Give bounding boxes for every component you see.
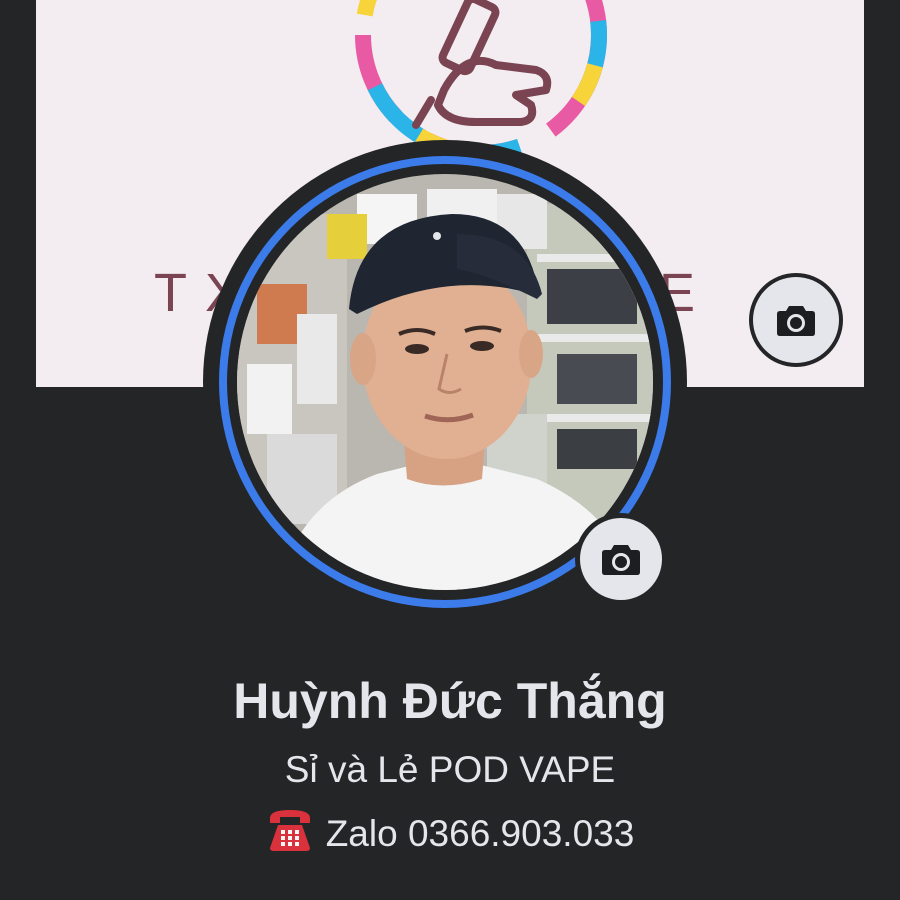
camera-icon <box>602 545 640 575</box>
profile-bio-contact: Zalo 0366.903.033 <box>0 808 900 858</box>
avatar <box>237 174 653 590</box>
camera-icon <box>777 306 815 336</box>
profile-name: Huỳnh Đức Thắng <box>233 673 667 729</box>
edit-profile-picture-button[interactable] <box>580 518 662 600</box>
telephone-icon <box>269 810 310 851</box>
profile-contact-text: Zalo 0366.903.033 <box>325 813 635 854</box>
edit-cover-photo-button[interactable] <box>753 277 839 363</box>
avatar-image <box>237 174 653 590</box>
profile-bio-line: Sỉ và Lẻ POD VAPE <box>284 749 616 790</box>
